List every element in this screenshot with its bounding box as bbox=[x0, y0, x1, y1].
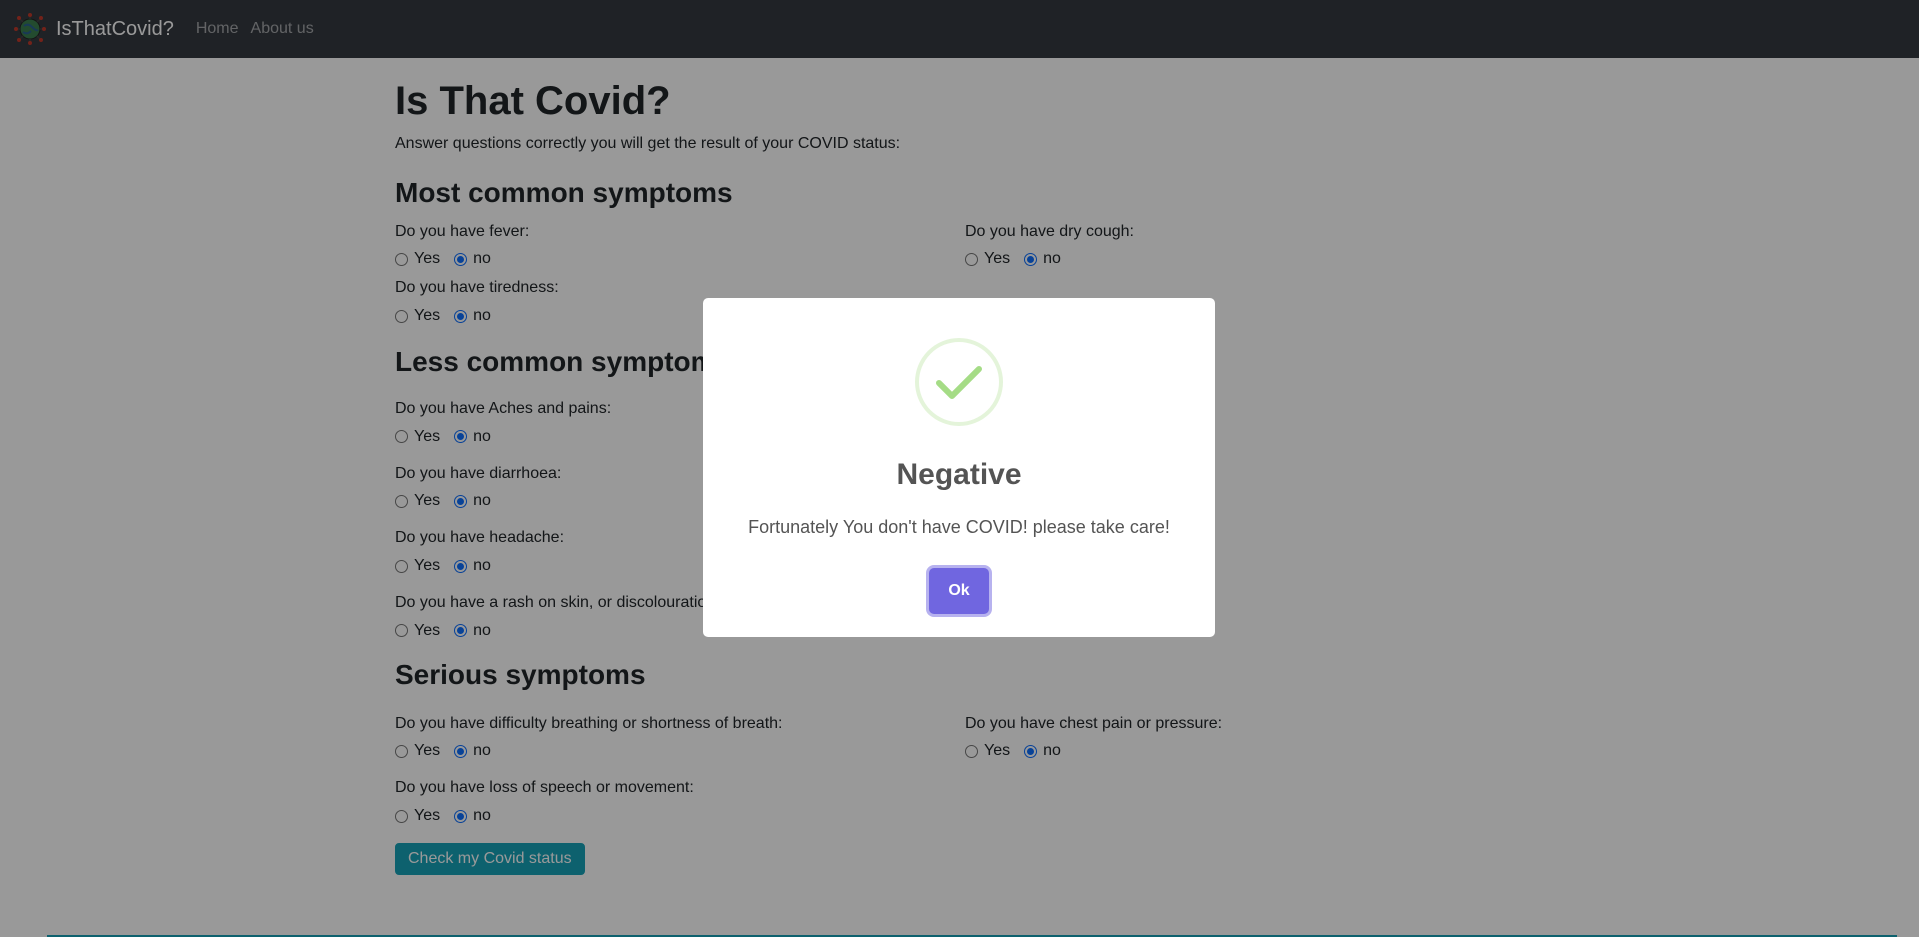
dialog-title: Negative bbox=[896, 458, 1022, 491]
ok-button[interactable]: Ok bbox=[929, 568, 989, 614]
dialog-message: Fortunately You don't have COVID! please… bbox=[748, 517, 1170, 537]
success-check-icon bbox=[915, 338, 1003, 426]
result-dialog: Negative Fortunately You don't have COVI… bbox=[703, 298, 1215, 637]
